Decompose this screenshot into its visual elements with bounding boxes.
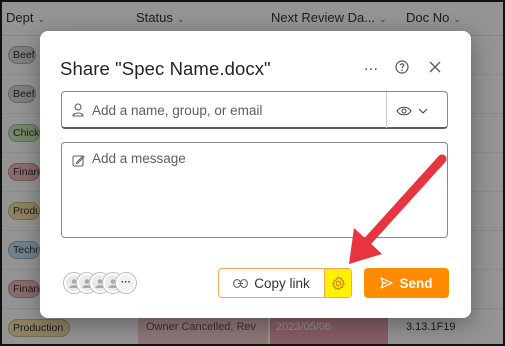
chevron-down-icon — [418, 108, 428, 114]
share-dialog: Share "Spec Name.docx" … Add a name, gro… — [40, 31, 471, 318]
send-label: Send — [399, 275, 433, 291]
send-button[interactable]: Send — [364, 268, 449, 298]
dialog-title: Share "Spec Name.docx" — [60, 58, 271, 79]
field-divider — [386, 92, 387, 128]
screenshot-frame: Dept ⌄ Status ⌄ Next Review Da... ⌄ Doc No ⌄… — [0, 0, 505, 346]
send-icon — [380, 277, 394, 289]
close-button[interactable] — [423, 55, 447, 79]
pencil-icon — [72, 155, 85, 167]
message-field[interactable] — [61, 142, 448, 238]
help-button[interactable] — [390, 55, 414, 79]
person-icon — [72, 103, 84, 117]
close-icon — [429, 61, 441, 73]
help-icon — [395, 60, 409, 74]
more-options-button[interactable]: … — [359, 55, 383, 79]
more-avatars-badge[interactable]: ··· — [116, 273, 136, 293]
recipients-input[interactable] — [92, 97, 382, 123]
copy-link-label: Copy link — [254, 275, 310, 291]
copy-link-group: Copy link — [218, 268, 352, 298]
permission-dropdown[interactable] — [396, 100, 442, 122]
copy-link-button[interactable]: Copy link — [219, 269, 324, 297]
ellipsis-icon: … — [363, 56, 379, 74]
recipients-field[interactable] — [61, 91, 448, 129]
link-settings-button[interactable] — [325, 269, 351, 297]
message-input[interactable] — [92, 151, 442, 231]
eye-icon — [396, 106, 412, 116]
gear-icon — [331, 275, 345, 290]
link-icon — [233, 278, 249, 288]
